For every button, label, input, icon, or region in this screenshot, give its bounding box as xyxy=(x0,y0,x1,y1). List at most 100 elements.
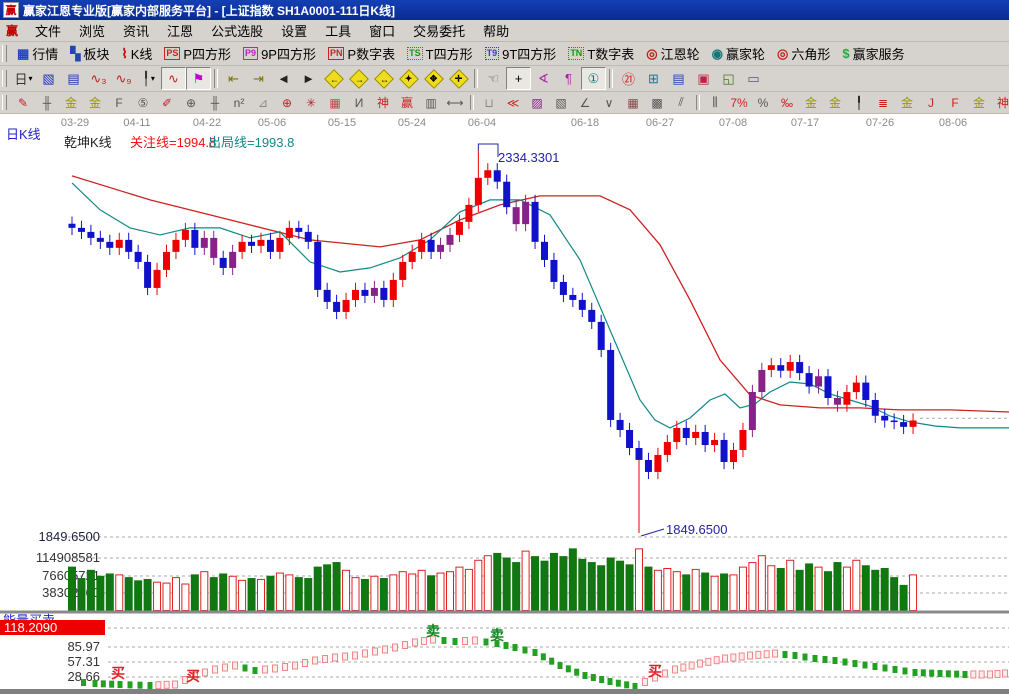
menu-2[interactable]: 浏览 xyxy=(70,22,114,41)
gold-angle-icon[interactable]: 金 xyxy=(967,92,991,113)
shen-grid-icon[interactable]: 神 xyxy=(371,92,395,113)
angle-lines-icon[interactable]: ∠ xyxy=(573,92,597,113)
gann-arrow-cross-icon[interactable]: ✦ xyxy=(396,67,421,90)
angle-measure-icon[interactable]: ∢ xyxy=(531,67,556,90)
p-number-table-button[interactable]: PNP数字表 xyxy=(322,42,401,66)
menu-10[interactable]: 帮助 xyxy=(474,22,518,41)
pan-hand-icon[interactable]: ☜ xyxy=(481,67,506,90)
gann-arrow-left-icon[interactable]: ← xyxy=(321,67,346,90)
gann-grid-icon[interactable]: ╫ xyxy=(35,92,59,113)
star-box-icon[interactable]: ▦ xyxy=(323,92,347,113)
numbering-123-icon[interactable]: ① xyxy=(581,67,606,90)
toolbar-grip[interactable] xyxy=(2,95,7,110)
wave9-icon[interactable]: ∿₉ xyxy=(111,67,136,90)
winner-wheel-button[interactable]: ◉赢家轮 xyxy=(706,42,771,66)
quote-table-button[interactable]: ▦行情 xyxy=(11,42,64,66)
percent-icon[interactable]: % xyxy=(751,92,775,113)
gold-lines-icon[interactable]: 金 xyxy=(823,92,847,113)
hexagon-button[interactable]: ◎六角形 xyxy=(771,42,836,66)
fan-box-icon[interactable]: ▨ xyxy=(525,92,549,113)
kline-chart-svg[interactable]: 03-2904-1104-2205-0605-1505-2406-0406-18… xyxy=(0,114,1009,689)
draw-pen-icon[interactable]: ✎ xyxy=(11,92,35,113)
nav-next-icon[interactable]: ► xyxy=(296,67,321,90)
nav-first-icon[interactable]: ⇤ xyxy=(221,67,246,90)
candle-style-dropdown[interactable]: ╿▾ xyxy=(136,67,161,90)
info-panel-icon[interactable]: ▤ xyxy=(61,67,86,90)
f-angle-icon[interactable]: F xyxy=(943,92,967,113)
gold-grid-icon[interactable]: 金 xyxy=(59,92,83,113)
gann-arrow-both-icon[interactable]: ↔ xyxy=(371,67,396,90)
kline-button[interactable]: ⌇K线 xyxy=(115,42,158,66)
gann-arrow-right-icon[interactable]: → xyxy=(346,67,371,90)
menu-5[interactable]: 公式选股 xyxy=(202,22,272,41)
nav-last-icon[interactable]: ⇥ xyxy=(246,67,271,90)
winner-service-icon: $ xyxy=(842,46,849,61)
menu-1[interactable]: 文件 xyxy=(26,22,70,41)
candle-pen-icon[interactable]: ╿ xyxy=(847,92,871,113)
n-wave-icon[interactable]: И xyxy=(347,92,371,113)
wave3-icon[interactable]: ∿₃ xyxy=(86,67,111,90)
calendar-icon[interactable]: ㉑ xyxy=(616,67,641,90)
p-square-button[interactable]: PSP四方形 xyxy=(158,42,237,66)
nine-p-square-button[interactable]: P99P四方形 xyxy=(237,42,322,66)
menu-4[interactable]: 江恩 xyxy=(158,22,202,41)
winner-wheel-icon: ◉ xyxy=(712,46,723,62)
nine-t-square-button[interactable]: T99T四方形 xyxy=(479,42,563,66)
t-square-button[interactable]: TST四方形 xyxy=(401,42,478,66)
n-square-icon[interactable]: n² xyxy=(227,92,251,113)
ruler123-icon[interactable]: ▥ xyxy=(419,92,443,113)
calculator-icon[interactable]: ⊞ xyxy=(641,67,666,90)
star-lines-icon[interactable]: ✳ xyxy=(299,92,323,113)
gold-grid2-icon[interactable]: 金 xyxy=(83,92,107,113)
span-arrow-icon[interactable]: ⟷ xyxy=(443,92,467,113)
fan-lines-icon[interactable]: ≪ xyxy=(501,92,525,113)
five-spiral-icon[interactable]: ⑤ xyxy=(131,92,155,113)
energy-flag-icon[interactable]: ⚑ xyxy=(186,67,211,90)
toolbar-grip[interactable] xyxy=(2,70,7,88)
fan-box2-icon[interactable]: ▧ xyxy=(549,92,573,113)
menu-6[interactable]: 设置 xyxy=(272,22,316,41)
gann-arrow-all-icon[interactable]: ✥ xyxy=(421,67,446,90)
menu-8[interactable]: 窗口 xyxy=(360,22,404,41)
grid-tool2-icon[interactable]: ▩ xyxy=(645,92,669,113)
chart-area[interactable]: 03-2904-1104-2205-0605-1505-2406-0406-18… xyxy=(0,114,1009,689)
save-disk-icon[interactable]: ▣ xyxy=(691,67,716,90)
capture-icon[interactable]: ◱ xyxy=(716,67,741,90)
period-daily-dropdown[interactable]: 日▾ xyxy=(11,67,36,90)
fib-grid-icon[interactable]: F xyxy=(107,92,131,113)
gann-arrow-center-icon[interactable]: ✛ xyxy=(446,67,471,90)
region-map-icon[interactable]: ▧ xyxy=(36,67,61,90)
circle-grid-icon[interactable]: ⊕ xyxy=(179,92,203,113)
toolbar-grip[interactable] xyxy=(2,45,7,61)
grid-tool-icon[interactable]: ▦ xyxy=(621,92,645,113)
menu-7[interactable]: 工具 xyxy=(316,22,360,41)
gold-circle-icon[interactable]: 金 xyxy=(799,92,823,113)
notes-icon[interactable]: ▤ xyxy=(666,67,691,90)
seven-percent-icon[interactable]: 7% xyxy=(727,92,751,113)
shen-angle-icon[interactable]: 神 xyxy=(991,92,1009,113)
sector-blocks-button[interactable]: ▚板块 xyxy=(64,42,115,66)
nav-prev-icon[interactable]: ◄ xyxy=(271,67,296,90)
gold-level-icon[interactable]: 金 xyxy=(895,92,919,113)
qiankun-kline-icon[interactable]: ∿ xyxy=(161,67,186,90)
print-icon[interactable]: ▭ xyxy=(741,67,766,90)
box-tool-icon[interactable]: ⊔ xyxy=(477,92,501,113)
percent-lines-icon[interactable]: ‰ xyxy=(775,92,799,113)
winner-service-button[interactable]: $赢家服务 xyxy=(836,42,910,66)
gann-circle-icon[interactable]: ⊕ xyxy=(275,92,299,113)
menu-3[interactable]: 资讯 xyxy=(114,22,158,41)
win-box-icon[interactable]: 赢 xyxy=(395,92,419,113)
angle-tool-icon[interactable]: ⊿ xyxy=(251,92,275,113)
j-angle-icon[interactable]: J xyxy=(919,92,943,113)
ruler-grid-icon[interactable]: ╫ xyxy=(203,92,227,113)
crosshair-icon[interactable]: + xyxy=(506,67,531,90)
brush-icon[interactable]: ✐ xyxy=(155,92,179,113)
gann-box-icon[interactable]: ¶ xyxy=(556,67,581,90)
gann-wheel-button[interactable]: ◎江恩轮 xyxy=(640,42,705,66)
zigzag-icon[interactable]: ∨ xyxy=(597,92,621,113)
bars-tool-icon[interactable]: ⫼ xyxy=(703,92,727,113)
parallel-lines-icon[interactable]: ⫽ xyxy=(669,92,693,113)
t-number-table-button[interactable]: TNT数字表 xyxy=(562,42,640,66)
red-levels-icon[interactable]: ≣ xyxy=(871,92,895,113)
menu-9[interactable]: 交易委托 xyxy=(404,22,474,41)
